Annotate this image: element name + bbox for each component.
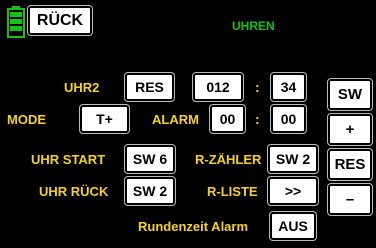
reset-button[interactable]: RES xyxy=(124,72,175,102)
mode-button[interactable]: T+ xyxy=(79,104,130,134)
rundenzeit-alarm-label: Rundenzeit Alarm xyxy=(138,219,249,234)
r-liste-label: R-LISTE xyxy=(207,184,258,199)
r-zaehler-switch-button[interactable]: SW 2 xyxy=(267,144,319,174)
uhr-rueck-switch-button[interactable]: SW 2 xyxy=(124,176,176,206)
alarm-separator: : xyxy=(255,111,260,127)
rundenzeit-alarm-button[interactable]: AUS xyxy=(269,211,317,241)
alarm-label: ALARM xyxy=(152,112,199,127)
clock-name-label: UHR2 xyxy=(64,80,100,95)
r-zaehler-label: R-ZÄHLER xyxy=(195,152,262,167)
alarm-minutes-field[interactable]: 00 xyxy=(209,104,246,134)
clock-minutes-field[interactable]: 012 xyxy=(192,72,244,102)
mode-label: MODE xyxy=(7,112,46,127)
sw-key[interactable]: SW xyxy=(327,78,373,111)
res-key[interactable]: RES xyxy=(327,148,373,181)
back-button[interactable]: RÜCK xyxy=(27,5,93,36)
uhr-start-switch-button[interactable]: SW 6 xyxy=(124,144,176,174)
alarm-seconds-field[interactable]: 00 xyxy=(270,104,307,134)
plus-key[interactable]: + xyxy=(327,113,373,146)
minus-key[interactable]: – xyxy=(327,183,373,216)
uhr-rueck-label: UHR RÜCK xyxy=(39,184,109,199)
battery-icon xyxy=(7,6,25,38)
clock-seconds-field[interactable]: 34 xyxy=(270,72,307,102)
r-liste-button[interactable]: >> xyxy=(267,176,319,206)
page-title: UHREN xyxy=(232,19,275,33)
clock-separator: : xyxy=(255,79,260,95)
uhr-start-label: UHR START xyxy=(31,152,106,167)
